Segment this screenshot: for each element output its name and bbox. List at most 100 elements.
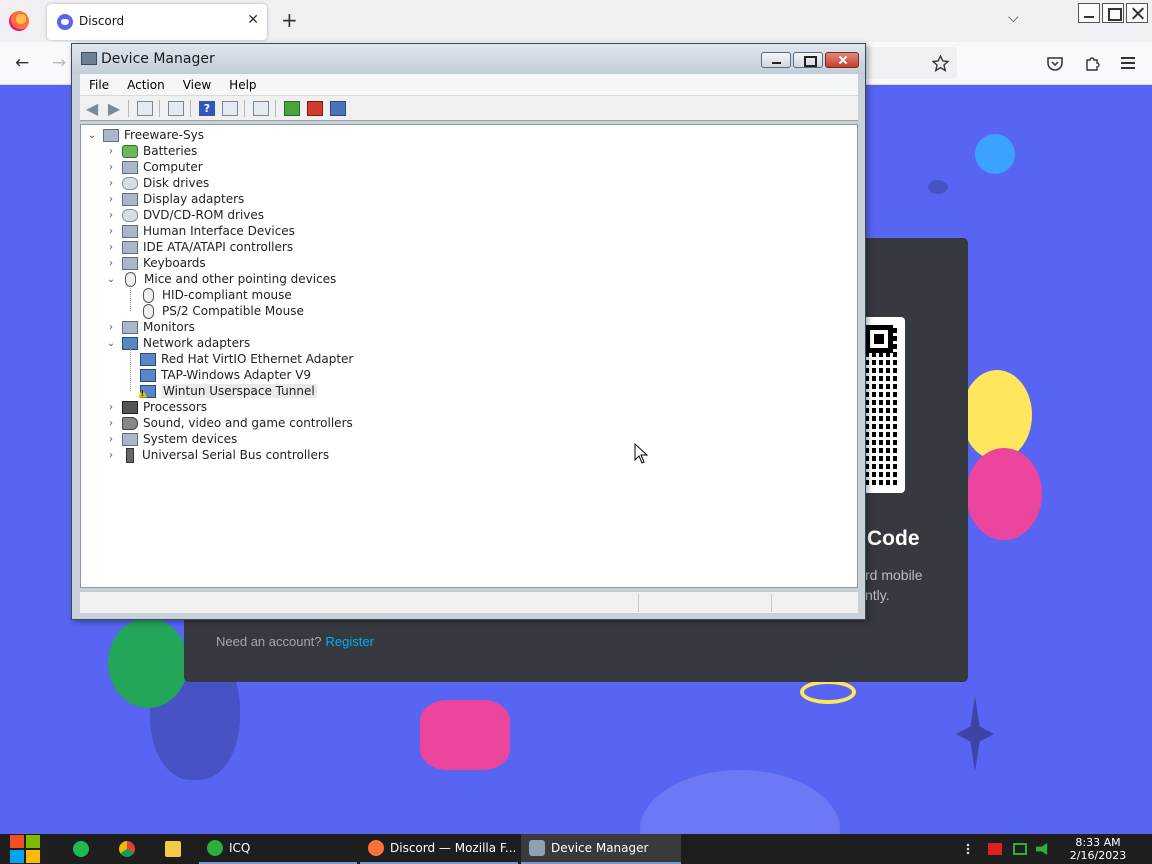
update-driver-icon[interactable] <box>284 101 300 116</box>
expand-icon[interactable]: › <box>106 434 116 445</box>
close-tab-icon[interactable]: ✕ <box>247 12 259 28</box>
properties-icon[interactable] <box>168 101 184 116</box>
tree-category[interactable]: › Human Interface Devices <box>106 223 295 239</box>
maximize-button[interactable] <box>1102 3 1124 23</box>
tray-overflow-icon[interactable] <box>966 843 970 855</box>
processor-icon <box>122 400 138 414</box>
help-icon[interactable]: ? <box>199 101 215 116</box>
uninstall-device-icon[interactable] <box>307 101 323 116</box>
tree-device[interactable]: HID-compliant mouse <box>140 287 292 303</box>
list-all-tabs-button[interactable]: ⌵ <box>1008 10 1019 26</box>
collapse-icon[interactable]: ⌄ <box>87 130 97 141</box>
volume-icon[interactable] <box>1036 843 1048 855</box>
taskbar-app-firefox[interactable]: Discord — Mozilla F... <box>360 834 518 864</box>
show-hide-console-tree-icon[interactable] <box>137 101 153 116</box>
expand-icon[interactable]: › <box>106 402 116 413</box>
taskbar-app-icq[interactable]: ICQ <box>199 834 357 864</box>
register-link[interactable]: Register <box>326 634 374 649</box>
menu-icon[interactable] <box>1121 57 1135 69</box>
speaker-icon <box>122 416 138 430</box>
firefox-icon[interactable] <box>9 11 29 31</box>
start-button[interactable] <box>10 835 42 863</box>
url-bar[interactable] <box>862 47 957 79</box>
action-pane-icon[interactable] <box>222 101 238 116</box>
tree-device[interactable]: Wintun Userspace Tunnel <box>140 383 317 399</box>
expand-icon[interactable]: › <box>106 178 116 189</box>
expand-icon[interactable]: › <box>106 450 116 461</box>
tree-device[interactable]: Red Hat VirtIO Ethernet Adapter <box>140 351 353 367</box>
expand-icon[interactable]: › <box>106 146 116 157</box>
back-arrow-icon[interactable]: ◀ <box>84 101 100 117</box>
device-manager-titlebar[interactable]: Device Manager <box>72 44 865 74</box>
tree-device[interactable]: TAP-Windows Adapter V9 <box>140 367 311 383</box>
spotify-icon[interactable] <box>73 841 89 857</box>
system-clock[interactable]: 8:33 AM 2/16/2023 <box>1062 836 1134 862</box>
network-icon[interactable] <box>1013 843 1027 855</box>
device-tree[interactable]: ⌄ Freeware-Sys › Batteries › Computer › Disk … <box>80 124 858 588</box>
tree-category-label: Disk drives <box>143 176 210 190</box>
menu-action[interactable]: Action <box>118 78 174 92</box>
expand-icon[interactable]: › <box>106 194 116 205</box>
extensions-icon[interactable] <box>1084 55 1100 71</box>
toolbar-separator <box>159 100 160 117</box>
minimize-button[interactable] <box>1078 3 1100 23</box>
expand-icon[interactable]: › <box>106 242 116 253</box>
icq-icon <box>207 840 223 856</box>
expand-icon[interactable]: › <box>106 258 116 269</box>
tree-category-label: Monitors <box>143 320 195 334</box>
tree-guide-line <box>130 349 131 391</box>
expand-icon[interactable]: › <box>106 418 116 429</box>
enable-device-icon[interactable] <box>330 101 346 116</box>
taskbar-app-device-manager[interactable]: Device Manager <box>521 834 681 864</box>
action-center-flag-icon[interactable] <box>988 843 1002 855</box>
tree-category[interactable]: › System devices <box>106 431 237 447</box>
expand-icon[interactable]: › <box>106 322 116 333</box>
file-explorer-icon[interactable] <box>165 841 181 857</box>
expand-icon[interactable]: › <box>106 162 116 173</box>
bookmark-star-icon[interactable] <box>932 55 949 72</box>
chrome-icon[interactable] <box>119 841 135 857</box>
qr-code-finder <box>865 325 893 353</box>
maximize-button[interactable] <box>793 52 823 68</box>
device-manager-window[interactable]: Device Manager File Action View Help ◀ ▶… <box>71 43 866 620</box>
close-button[interactable] <box>825 52 859 68</box>
tree-category[interactable]: › Universal Serial Bus controllers <box>106 447 329 463</box>
toolbar-separator <box>244 100 245 117</box>
collapse-icon[interactable]: ⌄ <box>106 274 116 285</box>
tree-category[interactable]: › Disk drives <box>106 175 209 191</box>
menu-view[interactable]: View <box>174 78 220 92</box>
tree-category[interactable]: ⌄ Mice and other pointing devices <box>106 271 336 287</box>
tree-category[interactable]: › IDE ATA/ATAPI controllers <box>106 239 293 255</box>
mouse-icon <box>143 287 154 303</box>
expand-icon[interactable]: › <box>106 210 116 221</box>
pocket-icon[interactable] <box>1047 56 1063 71</box>
display-adapter-icon <box>122 192 138 206</box>
tree-device[interactable]: PS/2 Compatible Mouse <box>140 303 304 319</box>
new-tab-button[interactable]: + <box>281 8 298 32</box>
forward-icon[interactable]: → <box>52 53 66 73</box>
tree-category[interactable]: ⌄ Network adapters <box>106 335 250 351</box>
back-icon[interactable]: ← <box>15 53 29 73</box>
tree-category[interactable]: › Processors <box>106 399 207 415</box>
tab-discord[interactable]: Discord ✕ <box>47 4 267 40</box>
tree-category[interactable]: › Display adapters <box>106 191 244 207</box>
tree-root[interactable]: ⌄ Freeware-Sys <box>87 127 204 143</box>
scan-hardware-icon[interactable] <box>253 101 269 116</box>
tree-category[interactable]: › Batteries <box>106 143 197 159</box>
tree-device-label: Wintun Userspace Tunnel <box>161 384 317 398</box>
menu-file[interactable]: File <box>80 78 118 92</box>
forward-arrow-icon[interactable]: ▶ <box>106 101 122 117</box>
tree-category[interactable]: › Keyboards <box>106 255 206 271</box>
expand-icon[interactable]: › <box>106 226 116 237</box>
close-button[interactable] <box>1126 3 1148 23</box>
tree-category[interactable]: › DVD/CD-ROM drives <box>106 207 264 223</box>
tree-category[interactable]: › Monitors <box>106 319 195 335</box>
dvd-drive-icon <box>122 208 138 222</box>
minimize-button[interactable] <box>761 52 791 68</box>
tree-category[interactable]: › Computer <box>106 159 203 175</box>
collapse-icon[interactable]: ⌄ <box>106 338 116 349</box>
tree-category-label: Keyboards <box>143 256 206 270</box>
tree-category[interactable]: › Sound, video and game controllers <box>106 415 353 431</box>
menu-help[interactable]: Help <box>220 78 265 92</box>
device-manager-icon <box>81 52 97 65</box>
